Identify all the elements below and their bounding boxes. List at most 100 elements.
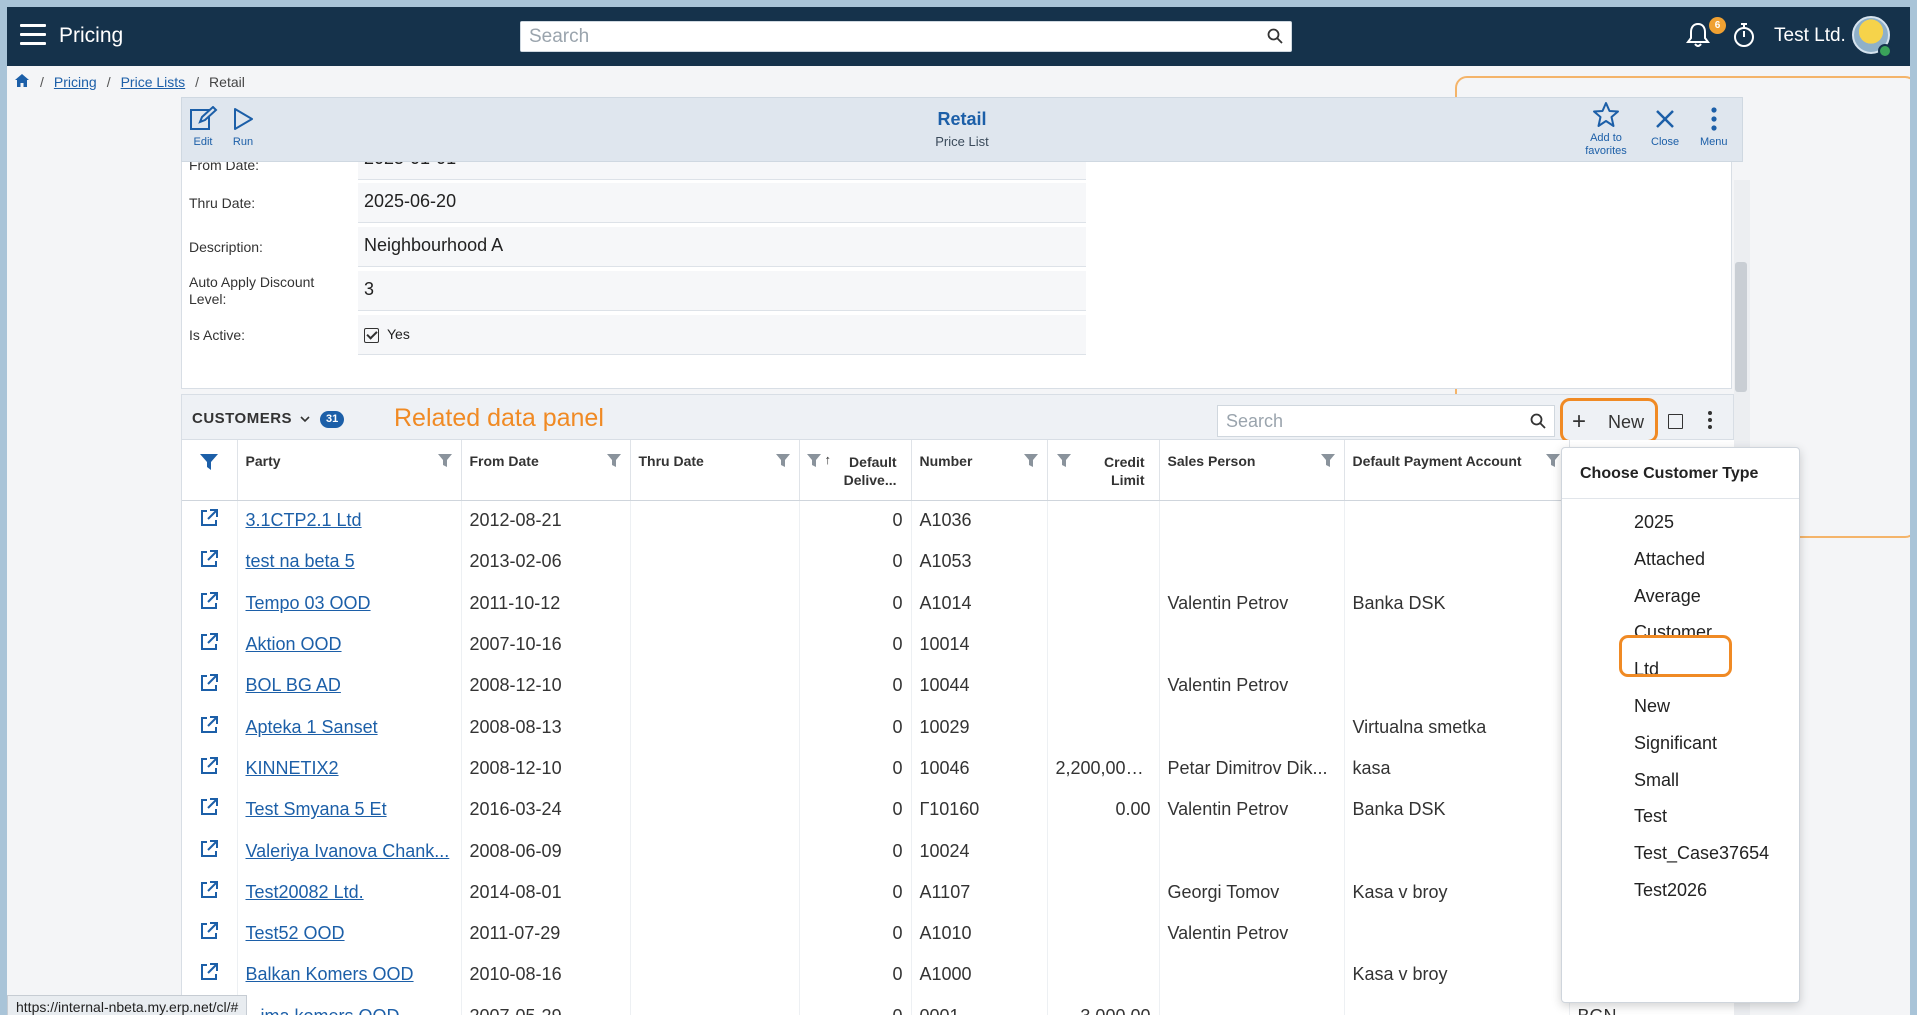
open-record-icon[interactable] [182, 954, 238, 996]
open-record-icon[interactable] [182, 912, 238, 955]
customer-type-option[interactable]: Test2026 [1634, 880, 1707, 901]
party-cell[interactable]: Aktion OOD [237, 623, 462, 666]
filter-icon[interactable] [1023, 453, 1039, 471]
filter-icon[interactable] [775, 453, 791, 471]
party-link[interactable]: ...ima komers OOD [246, 1006, 400, 1015]
home-icon[interactable] [14, 73, 30, 91]
breadcrumb-price-lists[interactable]: Price Lists [121, 74, 186, 90]
open-record-icon[interactable] [182, 789, 238, 831]
party-link[interactable]: Valeriya Ivanova Chank... [246, 841, 450, 861]
panel-menu-icon[interactable] [1707, 410, 1713, 435]
select-mode-icon[interactable] [1668, 414, 1683, 429]
party-link[interactable]: Tempo 03 OOD [246, 593, 371, 613]
filter-toggle-cell[interactable] [182, 440, 238, 501]
party-cell[interactable]: KINNETIX2 [237, 747, 462, 790]
table-row[interactable]: Apteka 1 Sanset 2008-08-13 0 10029 Virtualna… [182, 706, 1734, 748]
party-link[interactable]: Test52 OOD [246, 923, 345, 943]
customer-type-option[interactable]: 2025 [1634, 512, 1674, 533]
customer-type-option[interactable]: Significant [1634, 733, 1717, 754]
party-link[interactable]: Apteka 1 Sanset [246, 717, 378, 737]
breadcrumb-pricing[interactable]: Pricing [54, 74, 97, 90]
new-record-button[interactable]: + New [1560, 398, 1658, 443]
global-search[interactable] [520, 21, 1292, 52]
party-link[interactable]: Test20082 Ltd. [246, 882, 364, 902]
checkbox-checked-icon[interactable] [364, 327, 379, 343]
customer-type-option[interactable]: Average [1634, 586, 1701, 607]
table-row[interactable]: Balkan Komers OOD 2010-08-16 0 A1000 Kasa v … [182, 954, 1734, 996]
description-value[interactable]: Neighbourhood A [358, 227, 1086, 267]
party-cell[interactable]: Apteka 1 Sanset [237, 706, 462, 748]
table-row[interactable]: BOL BG AD 2008-12-10 0 10044 Valentin Petrov [182, 665, 1734, 707]
open-record-icon[interactable] [182, 623, 238, 666]
filter-icon[interactable] [1320, 453, 1336, 471]
party-cell[interactable]: Test20082 Ltd. [237, 871, 462, 913]
thru-date-value[interactable]: 2025-06-20 [358, 183, 1086, 223]
party-cell[interactable]: BOL BG AD [237, 665, 462, 707]
party-cell[interactable]: ...ima komers OOD [237, 995, 462, 1015]
bell-icon[interactable] [1685, 21, 1711, 54]
party-cell[interactable]: Tempo 03 OOD [237, 582, 462, 624]
column-header-thru-date[interactable]: Thru Date [630, 440, 800, 501]
filter-icon[interactable] [1545, 453, 1561, 471]
customer-type-option[interactable]: Test_Case37654 [1634, 843, 1769, 864]
party-link[interactable]: test na beta 5 [246, 551, 355, 571]
party-cell[interactable]: Balkan Komers OOD [237, 954, 462, 996]
party-link[interactable]: Aktion OOD [246, 634, 342, 654]
party-link[interactable]: 3.1CTP2.1 Ltd [246, 510, 362, 530]
scrollbar-thumb[interactable] [1735, 262, 1747, 392]
customer-type-option[interactable]: Small [1634, 770, 1679, 791]
column-header-sales-person[interactable]: Sales Person [1159, 440, 1345, 501]
party-cell[interactable]: Test52 OOD [237, 912, 462, 955]
open-record-icon[interactable] [182, 541, 238, 583]
table-row[interactable]: Valeriya Ivanova Chank... 2008-06-09 0 1002… [182, 830, 1734, 872]
column-header-default-delivery[interactable]: ↑ Default Delive... [799, 440, 912, 501]
search-icon[interactable] [1267, 28, 1283, 49]
is-active-value[interactable]: Yes [358, 315, 1086, 355]
column-header-number[interactable]: Number [911, 440, 1048, 501]
open-record-icon[interactable] [182, 871, 238, 913]
party-cell[interactable]: test na beta 5 [237, 541, 462, 583]
search-icon[interactable] [1530, 413, 1546, 434]
panel-search[interactable] [1217, 405, 1555, 437]
filter-icon[interactable] [806, 453, 822, 471]
filter-icon[interactable] [1056, 453, 1072, 471]
hamburger-menu-icon[interactable] [20, 24, 46, 46]
customer-type-option[interactable]: New [1634, 696, 1670, 717]
table-row[interactable]: Test52 OOD 2011-07-29 0 A1010 Valentin Petro… [182, 912, 1734, 955]
table-row[interactable]: ...ima komers OOD 2007-05-29 000013,000.00… [182, 995, 1734, 1015]
column-header-party[interactable]: Party [237, 440, 462, 501]
filter-icon[interactable] [606, 453, 622, 471]
customer-type-option[interactable]: Test [1634, 806, 1667, 827]
column-header-default-payment[interactable]: Default Payment Account [1344, 440, 1570, 501]
table-row[interactable]: Tempo 03 OOD 2011-10-12 0 A1014 Valentin Pet… [182, 582, 1734, 624]
table-row[interactable]: Aktion OOD 2007-10-16 0 10014 [182, 623, 1734, 666]
table-row[interactable]: Test Smyana 5 Et 2016-03-24 0 Г10160 0.00 Val… [182, 789, 1734, 831]
party-link[interactable]: Balkan Komers OOD [246, 964, 414, 984]
open-record-icon[interactable] [182, 500, 238, 542]
customers-panel-title[interactable]: CUSTOMERS [192, 410, 310, 427]
table-row[interactable]: 3.1CTP2.1 Ltd 2012-08-21 0 A1036 [182, 500, 1734, 542]
party-link[interactable]: BOL BG AD [246, 675, 341, 695]
party-link[interactable]: KINNETIX2 [246, 758, 339, 778]
sort-ascending-icon[interactable]: ↑ [825, 452, 832, 467]
filter-icon[interactable] [437, 453, 453, 471]
menu-button[interactable]: Menu [1700, 106, 1728, 148]
open-record-icon[interactable] [182, 665, 238, 707]
party-link[interactable]: Test Smyana 5 Et [246, 799, 387, 819]
table-row[interactable]: Test20082 Ltd. 2014-08-01 0 A1107 Georgi Tom… [182, 871, 1734, 913]
company-name[interactable]: Test Ltd. [1774, 25, 1846, 47]
table-row[interactable]: KINNETIX2 2008-12-10 0 10046 2,200,000... Pet… [182, 747, 1734, 790]
open-record-icon[interactable] [182, 747, 238, 790]
panel-search-input[interactable] [1218, 406, 1508, 436]
stopwatch-icon[interactable] [1731, 21, 1757, 54]
party-cell[interactable]: Test Smyana 5 Et [237, 789, 462, 831]
table-row[interactable]: test na beta 5 2013-02-06 0 A1053 [182, 541, 1734, 583]
open-record-icon[interactable] [182, 706, 238, 748]
customer-type-option[interactable]: Attached [1634, 549, 1705, 570]
party-cell[interactable]: Valeriya Ivanova Chank... [237, 830, 462, 872]
open-record-icon[interactable] [182, 582, 238, 624]
from-date-value[interactable]: 2025-01-01 [358, 162, 1086, 180]
party-cell[interactable]: 3.1CTP2.1 Ltd [237, 500, 462, 542]
auto-apply-value[interactable]: 3 [358, 271, 1086, 311]
column-header-credit-limit[interactable]: Credit Limit [1047, 440, 1160, 501]
